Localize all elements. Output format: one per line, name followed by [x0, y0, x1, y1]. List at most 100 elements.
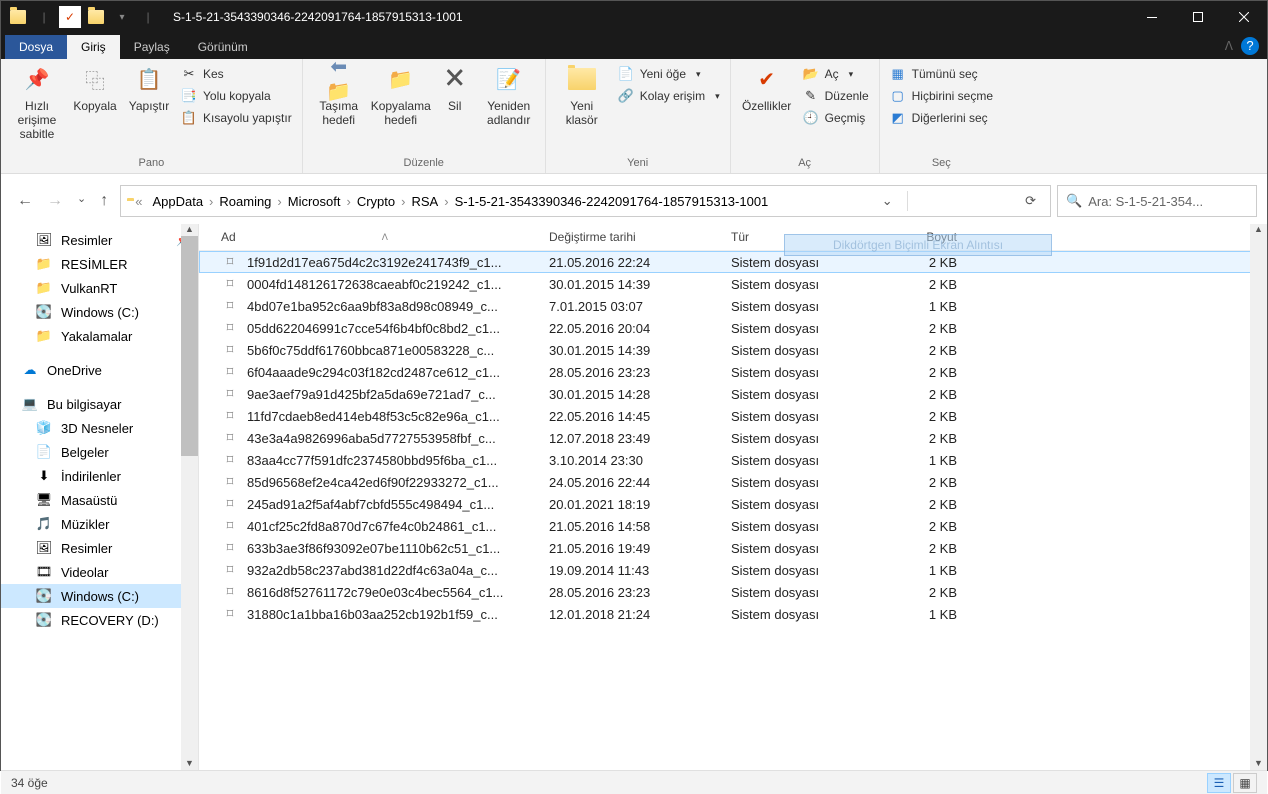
edit-button[interactable]: ✎Düzenle: [801, 87, 871, 105]
address-bar[interactable]: « AppData›Roaming›Microsoft›Crypto›RSA›S…: [120, 185, 1051, 217]
breadcrumb-separator-icon[interactable]: ›: [440, 194, 452, 209]
breadcrumb-item[interactable]: S-1-5-21-3543390346-2242091764-185791531…: [453, 194, 771, 209]
sidebar-item[interactable]: 💽Windows (C:): [1, 584, 198, 608]
column-date[interactable]: Değiştirme tarihi: [549, 230, 731, 244]
breadcrumb-item[interactable]: Roaming: [217, 194, 273, 209]
folder-icon: 📁: [35, 328, 53, 344]
file-row[interactable]: ⌑633b3ae3f86f93092e07be1110b62c51_c1...2…: [199, 537, 1267, 559]
delete-button[interactable]: 🗙 Sil: [435, 63, 475, 113]
file-row[interactable]: ⌑85d96568ef2e4ca42ed6f90f22933272_c1...2…: [199, 471, 1267, 493]
copy-icon: ⿻: [79, 63, 111, 95]
file-date: 21.05.2016 19:49: [549, 541, 731, 556]
file-row[interactable]: ⌑4bd07e1ba952c6aa9bf83a8d98c08949_c...7.…: [199, 295, 1267, 317]
breadcrumb-root-sep[interactable]: «: [131, 194, 146, 209]
file-row[interactable]: ⌑83aa4cc77f591dfc2374580bbd95f6ba_c1...3…: [199, 449, 1267, 471]
file-name: 31880c1a1bba16b03aa252cb192b1f59_c...: [247, 607, 549, 622]
newfolder-button[interactable]: Yeni klasör: [554, 63, 610, 127]
properties-button[interactable]: ✔ Özellikler: [739, 63, 795, 113]
sidebar-item[interactable]: 📁Yakalamalar: [1, 324, 198, 348]
qat-newfolder-icon[interactable]: [85, 6, 107, 28]
breadcrumb-item[interactable]: Crypto: [355, 194, 397, 209]
copypath-button[interactable]: 📑Yolu kopyala: [179, 87, 294, 105]
file-row[interactable]: ⌑11fd7cdaeb8ed414eb48f53c5c82e96a_c1...2…: [199, 405, 1267, 427]
file-row[interactable]: ⌑0004fd148126172638caeabf0c219242_c1...3…: [199, 273, 1267, 295]
file-row[interactable]: ⌑1f91d2d17ea675d4c2c3192e241743f9_c1...2…: [199, 251, 1267, 273]
sidebar-item[interactable]: 📄Belgeler: [1, 440, 198, 464]
pc-icon: 💻: [21, 396, 39, 412]
sidebar-item[interactable]: 🎵Müzikler: [1, 512, 198, 536]
recent-locations-button[interactable]: ⌄: [77, 192, 86, 210]
file-row[interactable]: ⌑401cf25c2fd8a870d7c67fe4c0b24861_c1...2…: [199, 515, 1267, 537]
sidebar-item[interactable]: ⬇İndirilenler: [1, 464, 198, 488]
pasteshortcut-button[interactable]: 📋Kısayolu yapıştır: [179, 109, 294, 127]
tab-file[interactable]: Dosya: [5, 35, 67, 59]
newitem-button[interactable]: 📄Yeni öğe▾: [616, 65, 722, 83]
sidebar-scrollbar[interactable]: ▲ ▼: [181, 224, 198, 770]
cut-button[interactable]: ✂Kes: [179, 65, 294, 83]
sidebar-item-label: Belgeler: [61, 445, 109, 460]
file-row[interactable]: ⌑05dd622046991c7cce54f6b4bf0c8bd2_c1...2…: [199, 317, 1267, 339]
sidebar-item[interactable]: 🎞Videolar: [1, 560, 198, 584]
window-title: S-1-5-21-3543390346-2242091764-185791531…: [165, 10, 1129, 24]
sidebar-item[interactable]: 🖥Masaüstü: [1, 488, 198, 512]
tab-home[interactable]: Giriş: [67, 35, 120, 59]
file-row[interactable]: ⌑5b6f0c75ddf61760bbca871e00583228_c...30…: [199, 339, 1267, 361]
qat-properties-icon[interactable]: ✓: [59, 6, 81, 28]
file-row[interactable]: ⌑245ad91a2f5af4abf7cbfd555c498494_c1...2…: [199, 493, 1267, 515]
sidebar-item[interactable]: 📁RESİMLER: [1, 252, 198, 276]
up-button[interactable]: ↑: [100, 192, 108, 210]
tab-view[interactable]: Görünüm: [184, 35, 262, 59]
file-row[interactable]: ⌑8616d8f52761172c79e0e03c4bec5564_c1...2…: [199, 581, 1267, 603]
rename-button[interactable]: 📝 Yeniden adlandır: [481, 63, 537, 127]
refresh-button[interactable]: ⟳: [1017, 193, 1044, 209]
copy-button[interactable]: ⿻ Kopyala: [71, 63, 119, 113]
breadcrumb-item[interactable]: Microsoft: [286, 194, 343, 209]
history-button[interactable]: 🕘Geçmiş: [801, 109, 871, 127]
ribbon-collapse-icon[interactable]: ᐱ: [1225, 39, 1233, 53]
sidebar-item[interactable]: 📁VulkanRT: [1, 276, 198, 300]
pin-to-quickaccess-button[interactable]: 📌 Hızlı erişime sabitle: [9, 63, 65, 141]
minimize-button[interactable]: [1129, 1, 1175, 33]
sidebar-item[interactable]: 💻Bu bilgisayar: [1, 392, 198, 416]
breadcrumb-item[interactable]: RSA: [409, 194, 440, 209]
breadcrumb-item[interactable]: AppData: [150, 194, 205, 209]
selectnone-button[interactable]: ▢Hiçbirini seçme: [888, 87, 995, 105]
details-view-button[interactable]: ☰: [1207, 773, 1231, 793]
breadcrumb-separator-icon[interactable]: ›: [205, 194, 217, 209]
close-button[interactable]: [1221, 1, 1267, 33]
qat-customize-icon[interactable]: ▾: [111, 6, 133, 28]
paste-button[interactable]: 📋 Yapıştır: [125, 63, 173, 113]
breadcrumb-separator-icon[interactable]: ›: [343, 194, 355, 209]
properties-icon: ✔: [751, 63, 783, 95]
file-row[interactable]: ⌑9ae3aef79a91d425bf2a5da69e721ad7_c...30…: [199, 383, 1267, 405]
sidebar-item[interactable]: 🧊3D Nesneler: [1, 416, 198, 440]
open-button[interactable]: 📂Aç▾: [801, 65, 871, 83]
column-name[interactable]: Adᐱ: [221, 230, 549, 244]
content-scrollbar[interactable]: ▲ ▼: [1250, 224, 1267, 770]
copyto-button[interactable]: 📁 Kopyalama hedefi: [373, 63, 429, 127]
help-icon[interactable]: ?: [1241, 37, 1259, 55]
icons-view-button[interactable]: ▦: [1233, 773, 1257, 793]
file-row[interactable]: ⌑932a2db58c237abd381d22df4c63a04a_c...19…: [199, 559, 1267, 581]
sidebar-item[interactable]: 🖼Resimler📌: [1, 228, 198, 252]
moveto-button[interactable]: ⬅📁 Taşıma hedefi: [311, 63, 367, 127]
file-row[interactable]: ⌑31880c1a1bba16b03aa252cb192b1f59_c...12…: [199, 603, 1267, 625]
file-row[interactable]: ⌑6f04aaade9c294c03f182cd2487ce612_c1...2…: [199, 361, 1267, 383]
tab-share[interactable]: Paylaş: [120, 35, 184, 59]
forward-button[interactable]: →: [47, 192, 63, 210]
sidebar-item[interactable]: 💽Windows (C:): [1, 300, 198, 324]
selectall-button[interactable]: ▦Tümünü seç: [888, 65, 995, 83]
address-dropdown-button[interactable]: ⌄: [876, 193, 899, 209]
breadcrumb-separator-icon[interactable]: ›: [397, 194, 409, 209]
maximize-button[interactable]: [1175, 1, 1221, 33]
sidebar-item[interactable]: ☁OneDrive: [1, 358, 198, 382]
back-button[interactable]: ←: [17, 192, 33, 210]
breadcrumb-separator-icon[interactable]: ›: [273, 194, 285, 209]
file-row[interactable]: ⌑43e3a4a9826996aba5d7727553958fbf_c...12…: [199, 427, 1267, 449]
sidebar-item[interactable]: 💽RECOVERY (D:): [1, 608, 198, 632]
search-input[interactable]: 🔍 Ara: S-1-5-21-354...: [1057, 185, 1257, 217]
invertselect-button[interactable]: ◩Diğerlerini seç: [888, 109, 995, 127]
sidebar-item[interactable]: 🖼Resimler: [1, 536, 198, 560]
navigation-pane[interactable]: 🖼Resimler📌📁RESİMLER📁VulkanRT💽Windows (C:…: [1, 224, 199, 770]
easyaccess-button[interactable]: 🔗Kolay erişim▾: [616, 87, 722, 105]
